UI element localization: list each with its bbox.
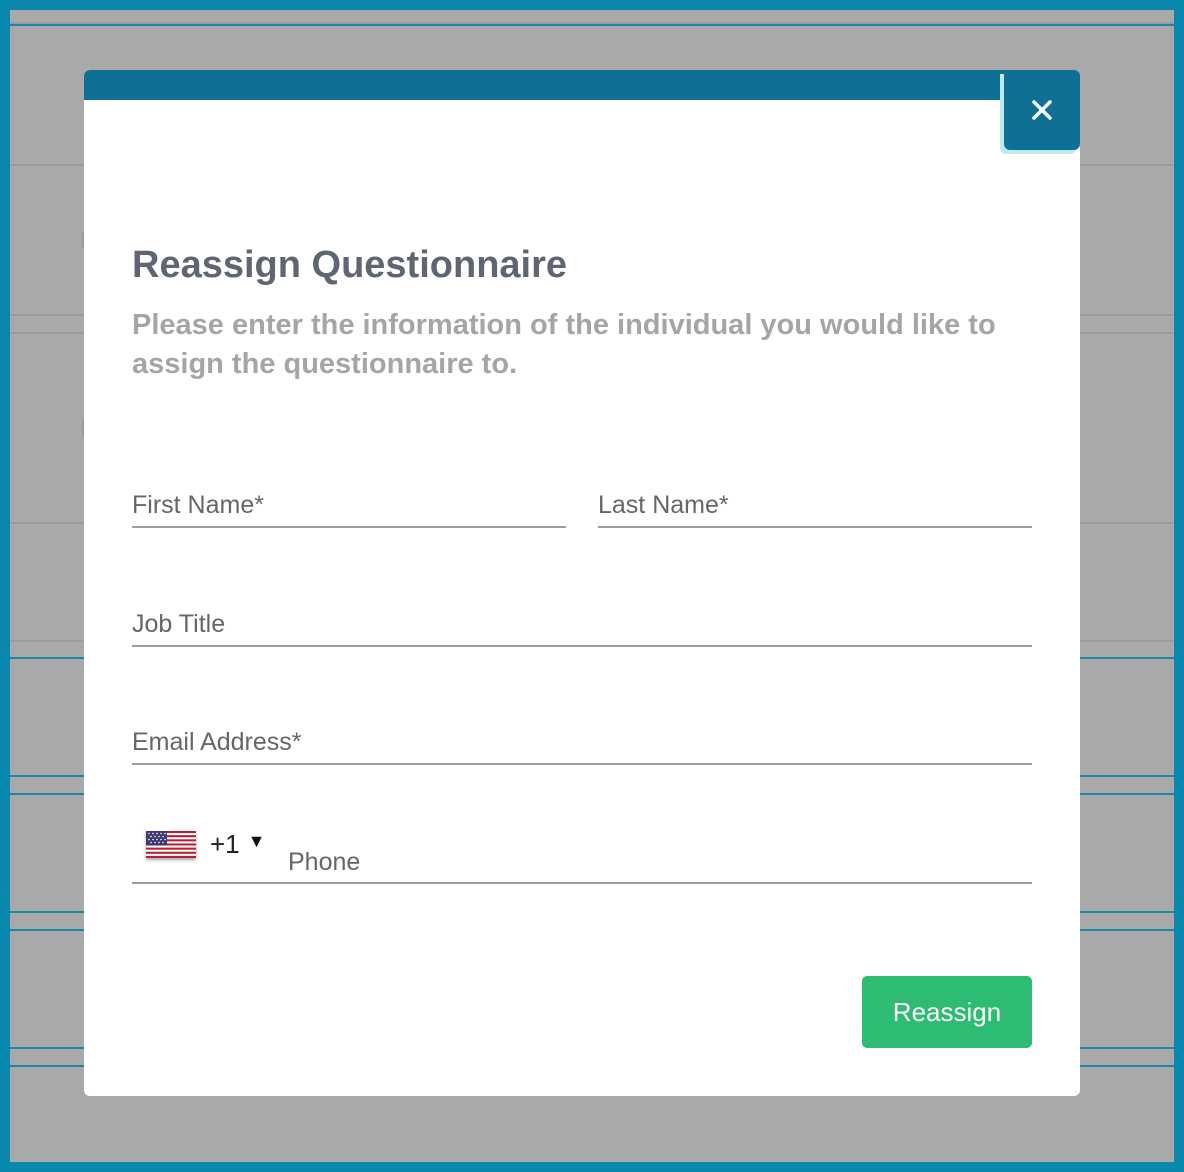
first-name-input[interactable] (132, 474, 566, 526)
background-divider (10, 24, 1174, 26)
email-field (132, 712, 1032, 765)
last-name-field (598, 474, 1032, 528)
chevron-down-icon: ▼ (247, 830, 266, 851)
first-name-field (132, 474, 566, 528)
job-title-field (132, 594, 1032, 647)
phone-input[interactable] (288, 820, 1032, 882)
reassign-modal: Reassign Questionnaire Please enter the … (84, 70, 1080, 1096)
dial-code: +1 (210, 828, 240, 859)
modal-title: Reassign Questionnaire (132, 244, 568, 286)
close-icon (1032, 100, 1052, 120)
country-code-select[interactable]: +1 ▼ (146, 828, 265, 860)
modal-subtitle: Please enter the information of the indi… (132, 309, 996, 380)
email-input[interactable] (132, 712, 1032, 763)
close-button[interactable] (1004, 70, 1080, 150)
last-name-input[interactable] (598, 474, 1032, 526)
modal-header-bar (84, 70, 1080, 100)
reassign-button[interactable]: Reassign (862, 976, 1032, 1048)
job-title-input[interactable] (132, 594, 1032, 645)
phone-field: +1 ▼ (132, 820, 1032, 884)
us-flag-icon (146, 830, 196, 858)
